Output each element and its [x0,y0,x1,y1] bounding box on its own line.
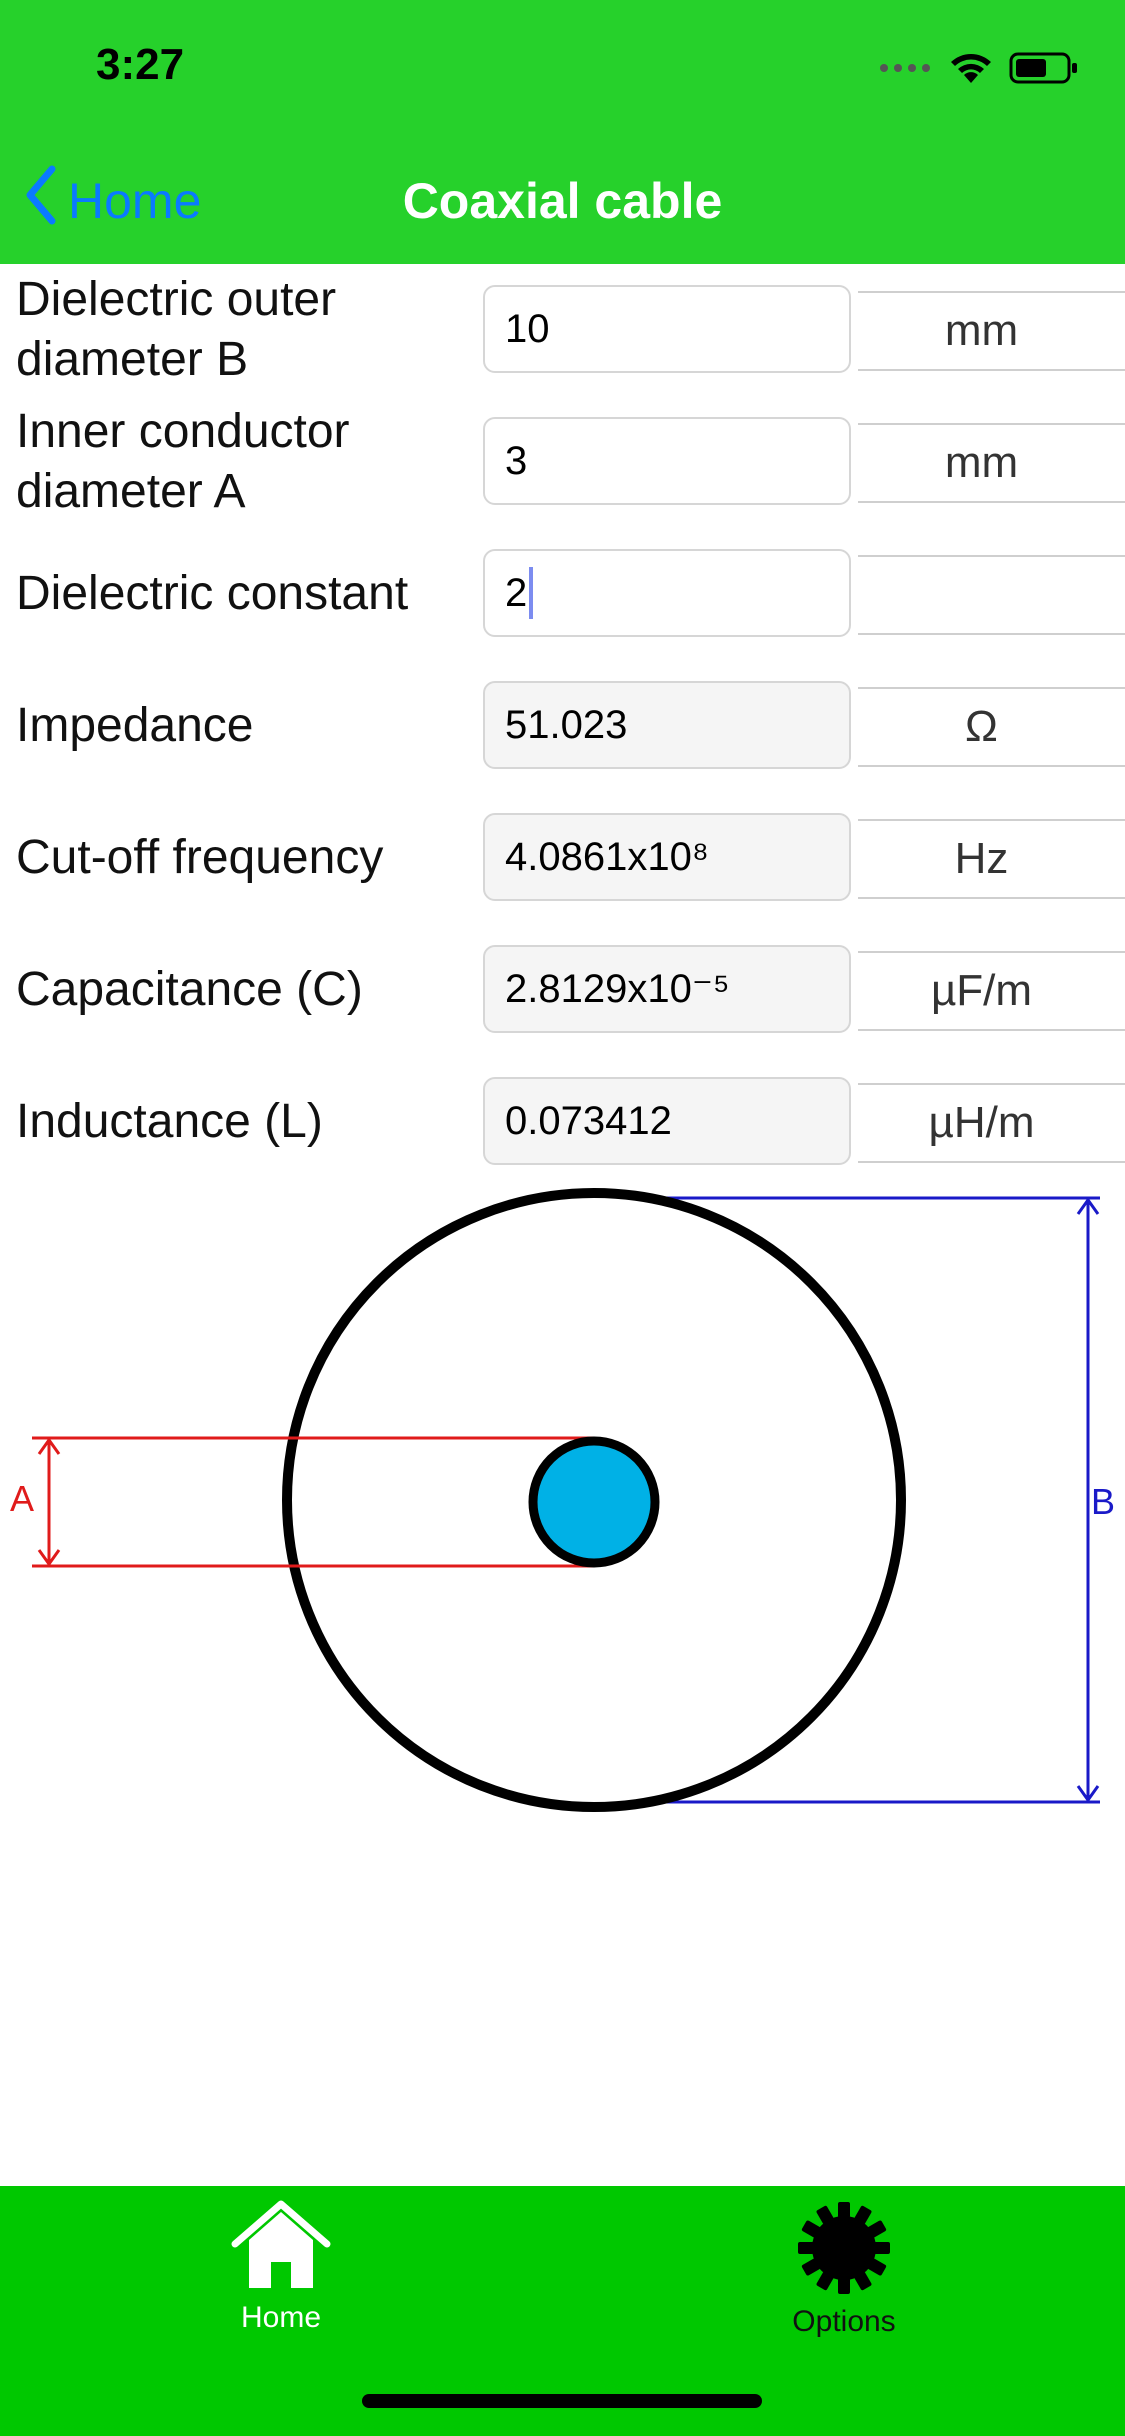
impedance-label: Impedance [16,699,254,752]
inner-diameter-unit[interactable]: mm [858,423,1125,503]
cellular-signal-icon [879,61,933,80]
inductance-value: 0.073412 [505,1098,672,1143]
gear-icon [796,2200,892,2301]
dielectric-constant-label: Dielectric constant [16,567,409,620]
coax-diagram-svg: A B [10,1188,1115,1812]
row-impedance: Impedance 51.023 Ω [0,660,1125,792]
status-icons [879,48,1079,92]
row-capacitance: Capacitance (C) 2.8129x10⁻⁵ µF/m [0,924,1125,1056]
cutoff-frequency-label: Cut-off frequency [16,831,384,884]
cutoff-frequency-value: 4.0861x10⁸ [505,834,709,879]
inner-diameter-label: Inner conductor diameter A [16,405,350,518]
cutoff-frequency-output: 4.0861x10⁸ [483,813,851,901]
cutoff-frequency-unit[interactable]: Hz [858,819,1125,899]
dielectric-constant-value: 2 [505,570,528,615]
row-outer-diameter: Dielectric outer diameter B 10 mm [0,264,1125,396]
inner-diameter-input[interactable]: 3 [483,417,851,505]
impedance-output: 51.023 [483,681,851,769]
outer-diameter-label: Dielectric outer diameter B [16,273,337,386]
tab-home-label: Home [240,2301,322,2334]
capacitance-unit[interactable]: µF/m [858,951,1125,1031]
wifi-icon [949,51,993,90]
tab-options[interactable]: Options [694,2200,994,2339]
screen: 3:27 Home Coaxial cable Dielectric outer… [0,0,1125,2436]
row-cutoff-frequency: Cut-off frequency 4.0861x10⁸ Hz [0,792,1125,924]
battery-icon [1009,51,1079,90]
nav-header: 3:27 Home Coaxial cable [0,0,1125,264]
inner-conductor-circle [528,1436,660,1568]
inductance-label: Inductance (L) [16,1095,323,1148]
dielectric-constant-input[interactable]: 2 [483,549,851,637]
home-indicator[interactable] [362,2394,762,2408]
capacitance-label: Capacitance (C) [16,963,363,1016]
text-caret [529,567,534,619]
capacitance-output: 2.8129x10⁻⁵ [483,945,851,1033]
inductance-output: 0.073412 [483,1077,851,1165]
outer-diameter-input[interactable]: 10 [483,285,851,373]
row-inductance: Inductance (L) 0.073412 µH/m [0,1056,1125,1188]
outer-diameter-unit[interactable]: mm [858,291,1125,371]
back-button-label: Home [68,173,202,229]
inductance-unit[interactable]: µH/m [858,1083,1125,1163]
outer-diameter-value: 10 [505,306,550,351]
capacitance-value: 2.8129x10⁻⁵ [505,967,730,1011]
dimension-b-label: B [1091,1481,1115,1522]
back-button[interactable]: Home [24,165,202,237]
dielectric-constant-unit[interactable] [858,555,1125,635]
chevron-left-icon [24,165,58,237]
row-dielectric-constant: Dielectric constant 2 [0,528,1125,660]
impedance-unit[interactable]: Ω [858,687,1125,767]
coax-cross-section-diagram: A B [0,1180,1125,1820]
dimension-a-label: A [10,1478,34,1519]
tab-home[interactable]: Home [131,2200,431,2335]
status-time: 3:27 [96,40,185,89]
tab-options-label: Options [792,2305,896,2338]
home-icon [231,2200,331,2297]
impedance-value: 51.023 [505,702,628,747]
inner-diameter-value: 3 [505,438,528,483]
row-inner-diameter: Inner conductor diameter A 3 mm [0,396,1125,528]
